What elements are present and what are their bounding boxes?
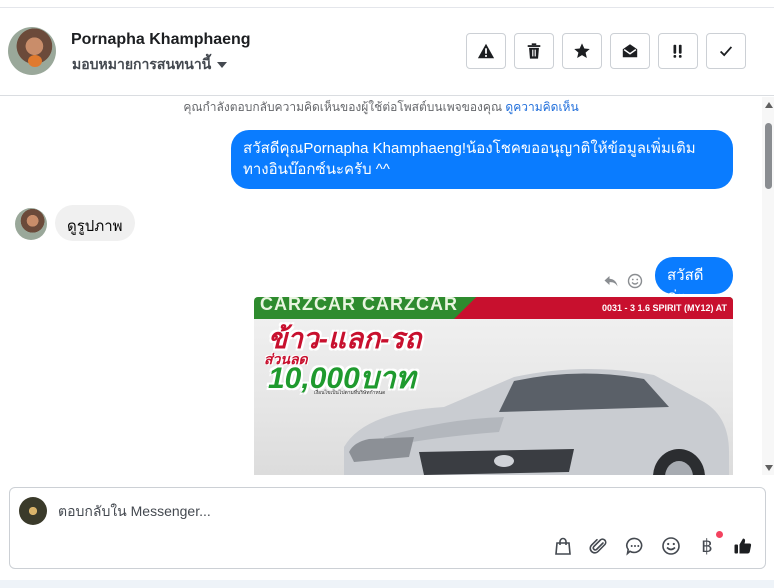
notice-text: คุณกำลังตอบกลับความคิดเห็นของผู้ใช้ต่อโพ… [183,100,503,114]
emoji-icon [662,537,680,555]
ad-fine-print: เงื่อนไขเป็นไปตามที่บริษัทกำหนด [314,390,386,396]
car-ad-image[interactable]: CARZCAR CARZCAR 0031 - 3 1.6 SPIRIT (MY1… [254,297,733,475]
incoming-message[interactable]: ดูรูปภาพ [55,205,135,241]
spam-button[interactable] [466,33,506,69]
star-icon [574,43,590,59]
composer-toolbar: ฿ [553,531,753,556]
reply-input[interactable] [58,503,658,519]
thread-scrollbar[interactable] [762,97,774,475]
message-composer: ฿ [9,487,766,569]
outgoing-message[interactable]: สวัสดีค่ะ [655,257,733,305]
message-thread[interactable]: คุณกำลังตอบกลับความคิดเห็นของผู้ใช้ต่อโพ… [0,97,762,475]
scroll-down-arrow-icon[interactable] [765,465,773,471]
paperclip-icon [589,538,607,554]
warning-icon [477,43,495,59]
saved-reply-icon [626,537,643,556]
delete-button[interactable] [514,33,554,69]
follow-up-button[interactable] [658,33,698,69]
assign-label: มอบหมายการสนทนานี้ [72,56,212,72]
contact-avatar-small[interactable] [15,208,47,240]
check-icon [719,46,733,57]
scrollbar-thumb[interactable] [765,123,772,189]
envelope-open-icon [622,44,638,58]
contact-avatar[interactable] [8,27,56,75]
bottom-band [0,580,774,588]
ad-brand-text: CARZCAR CARZCAR [260,297,458,314]
thumbs-up-icon [734,538,752,554]
chevron-down-icon [217,62,228,68]
saved-replies-button[interactable] [625,536,645,556]
react-emoji-icon[interactable] [627,273,643,289]
reply-icon[interactable] [603,273,619,289]
outgoing-message[interactable]: สวัสดีคุณPornapha Khamphaeng!น้องโชคขออน… [231,130,733,189]
contact-name[interactable]: Pornapha Khamphaeng [71,31,251,49]
baht-icon: ฿ [701,536,713,556]
conversation-actions [466,33,746,69]
page-avatar [19,497,47,525]
shop-button[interactable] [553,536,573,556]
view-comment-link[interactable]: ดูความคิดเห็น [505,100,578,114]
conversation-header: Pornapha Khamphaeng มอบหมายการสนทนานี้ [0,8,774,96]
attach-button[interactable] [589,536,609,556]
emoji-button[interactable] [661,536,681,556]
shopping-bag-icon [555,537,571,555]
star-button[interactable] [562,33,602,69]
comment-reply-notice: คุณกำลังตอบกลับความคิดเห็นของผู้ใช้ต่อโพ… [0,98,762,117]
assign-conversation-dropdown[interactable]: มอบหมายการสนทนานี้ [72,54,228,76]
like-button[interactable] [733,536,753,556]
message-hover-tools [603,273,643,289]
mark-unread-button[interactable] [610,33,650,69]
notification-dot [716,531,723,538]
payment-button[interactable]: ฿ [697,531,723,556]
ad-model-text: 0031 - 3 1.6 SPIRIT (MY12) AT [601,303,727,313]
trash-icon [527,43,541,59]
double-exclamation-icon [673,44,682,58]
mark-done-button[interactable] [706,33,746,69]
scroll-up-arrow-icon[interactable] [765,102,773,108]
